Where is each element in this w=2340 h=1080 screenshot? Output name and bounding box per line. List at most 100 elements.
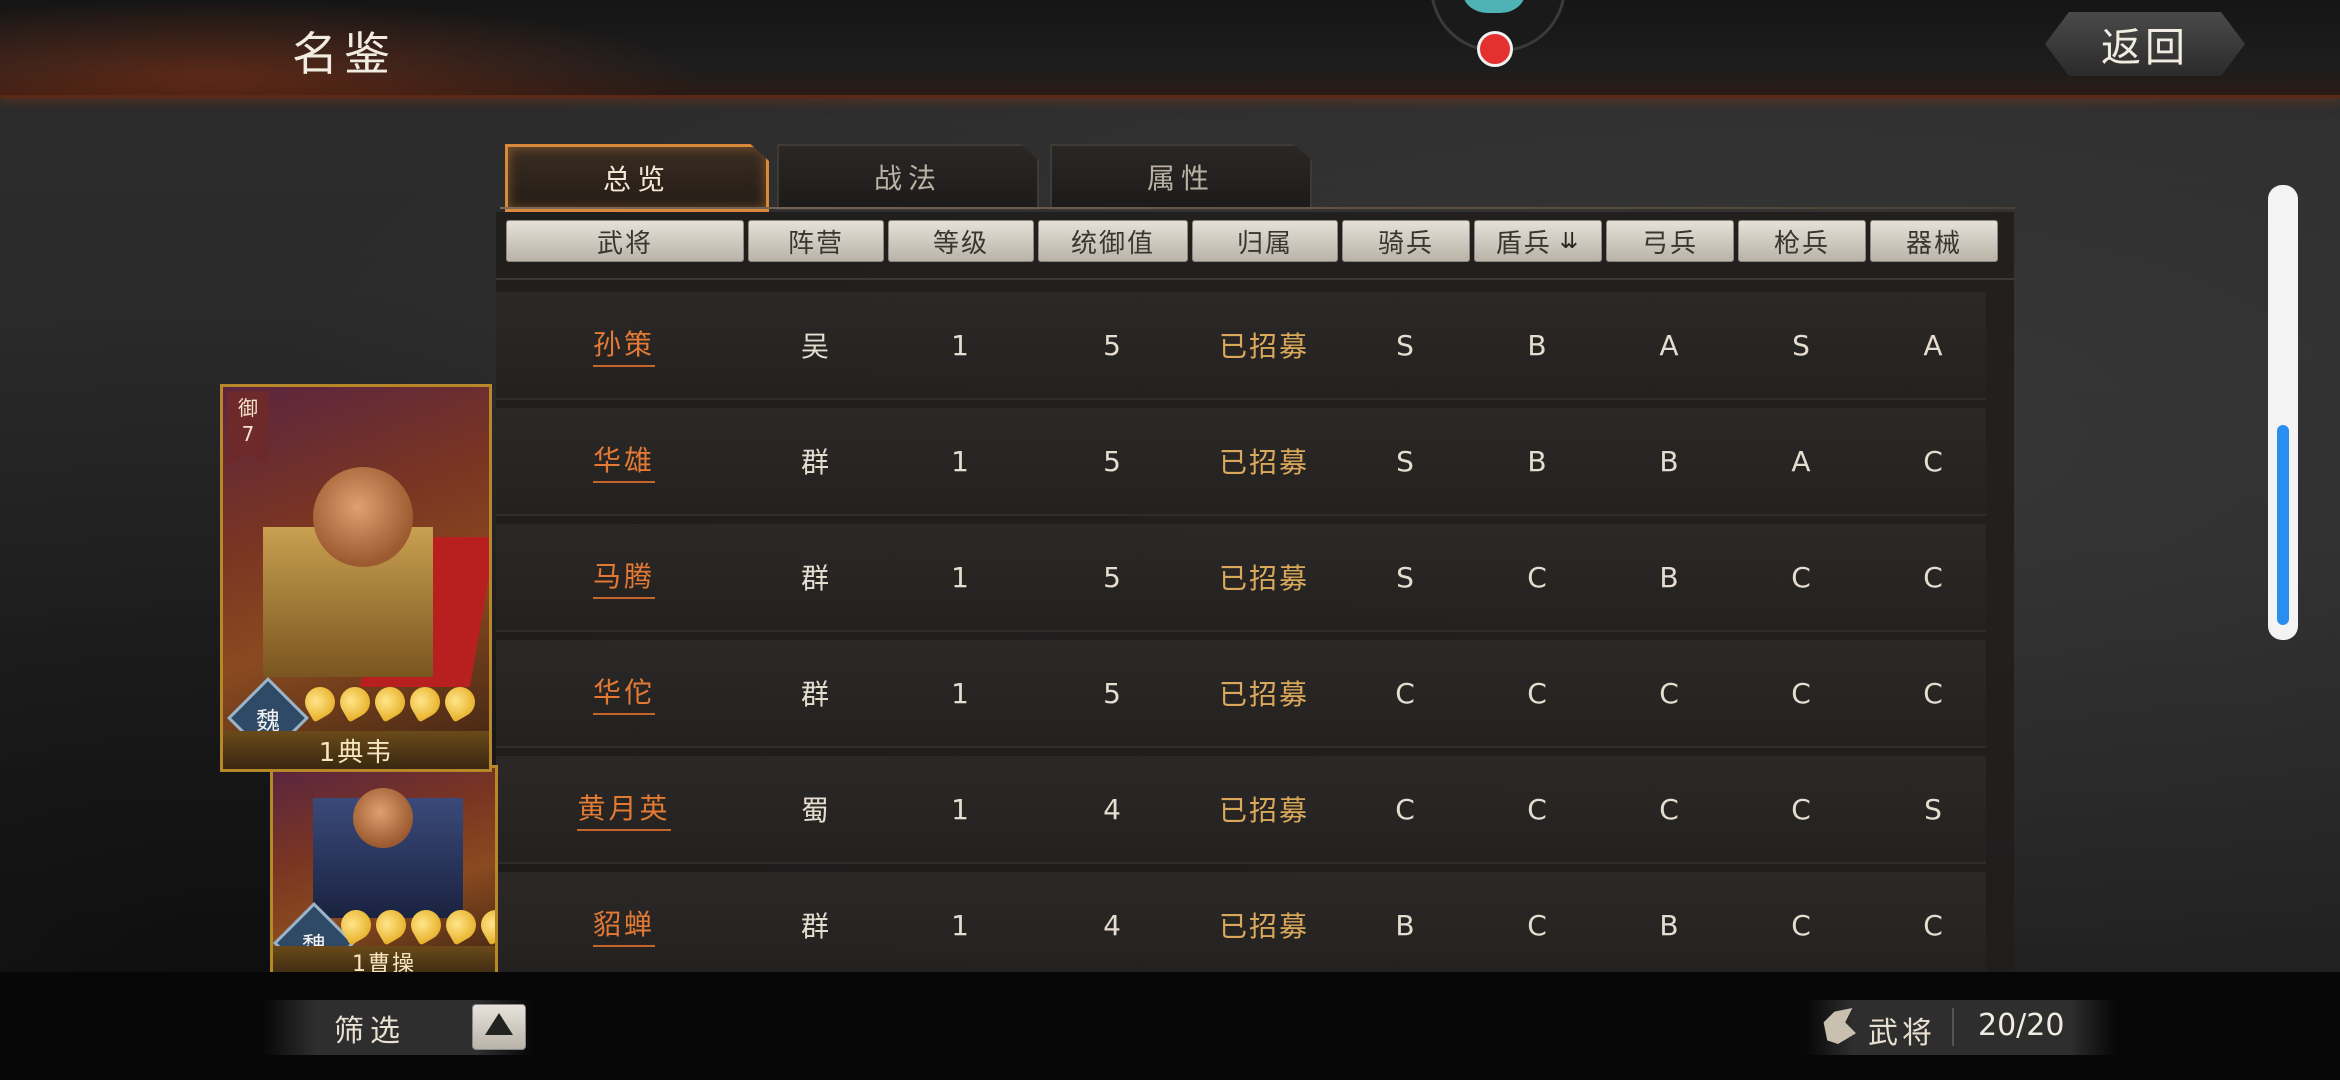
- cell-ownership: 已招募: [1218, 678, 1309, 711]
- header-divider: [496, 278, 2014, 280]
- star-icon: [370, 904, 412, 946]
- cell-ownership: 已招募: [1218, 794, 1309, 827]
- count-divider: [1952, 1008, 1954, 1046]
- cell-general[interactable]: 华佗: [506, 640, 742, 746]
- cell-command: 4: [1103, 792, 1121, 826]
- cell-command: 5: [1103, 560, 1121, 594]
- cell-faction: 蜀: [800, 794, 829, 827]
- back-button-label: 返回: [2101, 25, 2189, 71]
- cell-general[interactable]: 华雄: [506, 408, 742, 514]
- cell-archer: B: [1659, 560, 1679, 594]
- star-rating: [299, 681, 481, 723]
- star-icon: [299, 681, 341, 723]
- cell-faction: 群: [800, 562, 829, 595]
- column-header-cavalry[interactable]: 骑兵: [1342, 220, 1470, 262]
- cell-general[interactable]: 孙策: [506, 292, 742, 398]
- hero-name-plaque: 1典韦: [223, 731, 489, 769]
- star-icon: [334, 681, 376, 723]
- cell-ownership: 已招募: [1218, 330, 1309, 363]
- star-icon: [405, 904, 447, 946]
- cell-shield: C: [1527, 676, 1547, 710]
- column-header-general[interactable]: 武将: [506, 220, 744, 262]
- cell-siege: C: [1923, 676, 1943, 710]
- general-count-value: 20/20: [1978, 1008, 2065, 1043]
- star-icon: [440, 904, 482, 946]
- cell-faction: 群: [800, 446, 829, 479]
- tab-attributes[interactable]: 属性: [1050, 144, 1312, 210]
- cell-siege: C: [1923, 560, 1943, 594]
- cell-spear: A: [1791, 444, 1811, 478]
- cell-siege: S: [1924, 792, 1942, 826]
- column-header-level[interactable]: 等级: [888, 220, 1034, 262]
- cell-shield: C: [1527, 792, 1547, 826]
- bird-icon: [1463, 0, 1525, 13]
- table-row[interactable]: 马腾 群 1 5 已招募 S C B C C: [496, 524, 1986, 632]
- cell-cavalry: S: [1396, 444, 1414, 478]
- table-row[interactable]: 貂蝉 群 1 4 已招募 B C B C C: [496, 872, 1986, 980]
- column-header-command[interactable]: 统御值: [1038, 220, 1188, 262]
- cell-level: 1: [951, 444, 969, 478]
- scrollbar[interactable]: [2268, 185, 2298, 640]
- star-icon: [475, 904, 495, 946]
- cell-faction: 吴: [800, 330, 829, 363]
- filter-button-label: 筛选: [334, 1013, 406, 1049]
- table-row[interactable]: 黄月英 蜀 1 4 已招募 C C C C S: [496, 756, 1986, 864]
- cell-general[interactable]: 马腾: [506, 524, 742, 630]
- cell-archer: B: [1659, 908, 1679, 942]
- cell-spear: S: [1792, 328, 1810, 362]
- cell-siege: A: [1923, 328, 1943, 362]
- general-count-label: 武将: [1868, 1016, 1936, 1051]
- star-icon: [439, 681, 481, 723]
- column-header-shield-label: 盾兵: [1495, 228, 1552, 259]
- chevron-double-down-icon: ⇊: [1559, 228, 1581, 254]
- general-name-link[interactable]: 马腾: [592, 555, 655, 599]
- cell-faction: 群: [800, 678, 829, 711]
- cell-level: 1: [951, 560, 969, 594]
- hero-card-caocao[interactable]: 魏 1曹操: [270, 765, 498, 981]
- star-rating: [335, 904, 495, 946]
- cell-siege: C: [1923, 444, 1943, 478]
- cell-command: 5: [1103, 676, 1121, 710]
- page-title: 名鉴: [292, 27, 396, 81]
- column-header-faction[interactable]: 阵营: [748, 220, 884, 262]
- column-header-spear[interactable]: 枪兵: [1738, 220, 1866, 262]
- cell-spear: C: [1791, 908, 1811, 942]
- cell-cavalry: B: [1395, 908, 1415, 942]
- general-name-link[interactable]: 华雄: [592, 439, 655, 483]
- table-row[interactable]: 华雄 群 1 5 已招募 S B B A C: [496, 408, 1986, 516]
- column-header-archer[interactable]: 弓兵: [1606, 220, 1734, 262]
- hero-face: [353, 788, 413, 848]
- cell-level: 1: [951, 328, 969, 362]
- cell-cavalry: C: [1395, 792, 1415, 826]
- table-row[interactable]: 孙策 吴 1 5 已招募 S B A S A: [496, 292, 1986, 400]
- cell-command: 5: [1103, 444, 1121, 478]
- general-name-link[interactable]: 黄月英: [577, 787, 671, 831]
- cell-spear: C: [1791, 676, 1811, 710]
- cell-cavalry: S: [1396, 560, 1414, 594]
- general-name-link[interactable]: 貂蝉: [592, 903, 655, 947]
- column-header-siege[interactable]: 器械: [1870, 220, 1998, 262]
- cell-shield: B: [1527, 444, 1547, 478]
- cell-faction: 群: [800, 910, 829, 943]
- cell-ownership: 已招募: [1218, 910, 1309, 943]
- scrollbar-thumb[interactable]: [2277, 425, 2289, 625]
- general-name-link[interactable]: 华佗: [592, 671, 655, 715]
- column-header-shield[interactable]: 盾兵 ⇊: [1474, 220, 1602, 262]
- cell-general[interactable]: 貂蝉: [506, 872, 742, 978]
- hero-card-dianwei[interactable]: 御 7 魏 1典韦: [220, 384, 492, 772]
- column-header-ownership[interactable]: 归属: [1192, 220, 1338, 262]
- rank-ribbon: 御 7: [227, 391, 269, 467]
- back-button[interactable]: 返回: [2045, 12, 2245, 76]
- tab-divider: [500, 207, 2015, 209]
- table-row[interactable]: 华佗 群 1 5 已招募 C C C C C: [496, 640, 1986, 748]
- cell-archer: A: [1659, 328, 1679, 362]
- filter-expand-button[interactable]: [472, 1004, 526, 1050]
- general-name-link[interactable]: 孙策: [592, 323, 655, 367]
- cell-level: 1: [951, 676, 969, 710]
- cell-archer: C: [1659, 676, 1679, 710]
- tab-overview[interactable]: 总览: [505, 144, 769, 212]
- tab-tactics[interactable]: 战法: [777, 144, 1039, 210]
- star-icon: [335, 904, 377, 946]
- cell-ownership: 已招募: [1218, 446, 1309, 479]
- cell-general[interactable]: 黄月英: [506, 756, 742, 862]
